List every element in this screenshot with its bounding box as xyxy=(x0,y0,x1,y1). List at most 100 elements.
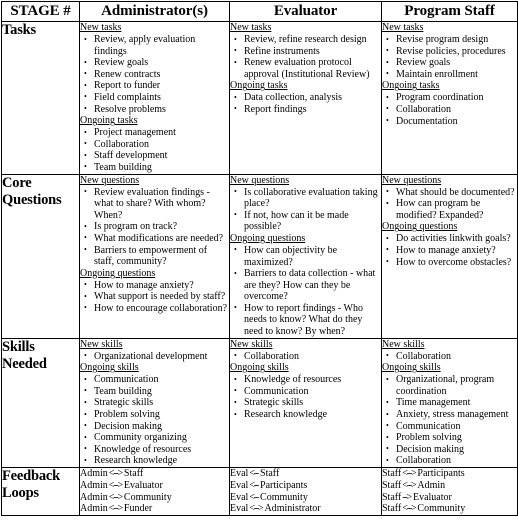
group-title: New skills xyxy=(382,338,425,350)
group-title: New tasks xyxy=(230,22,272,33)
feedback-loop: Admin<--> Evaluator xyxy=(80,480,229,492)
list-item: How to report findings - Who needs to kn… xyxy=(230,302,381,338)
group: Ongoing tasksProgram coordinationCollabo… xyxy=(382,80,517,127)
list-item: What modifications are needed? xyxy=(80,232,229,244)
list-item: Review goals xyxy=(382,57,517,69)
item-list: Revise program designRevise policies, pr… xyxy=(382,34,517,81)
table-header: STAGE # Administrator(s) Evaluator Progr… xyxy=(1,1,518,22)
stage-label: Tasks xyxy=(1,21,80,175)
list-item: What should be documented? xyxy=(382,186,517,198)
item-list: Is collaborative evaluation taking place… xyxy=(230,186,381,233)
group: Ongoing skillsOrganizational, program co… xyxy=(382,362,517,467)
list-item: Problem solving xyxy=(80,409,229,421)
column-header-evaluator: Evaluator xyxy=(229,1,382,22)
loop-arrow-icon: <--> xyxy=(402,503,416,515)
list-item: Review, refine research design xyxy=(230,34,381,46)
loop-target: Community xyxy=(417,503,466,515)
cell-program-staff: New questionsWhat should be documented?H… xyxy=(381,173,518,339)
cell-administrators: New tasksReview, apply evaluation findin… xyxy=(79,21,230,175)
feedback-loop: Admin<--> Funder xyxy=(80,503,229,515)
column-header-program-staff: Program Staff xyxy=(381,1,518,22)
list-item: Strategic skills xyxy=(230,397,381,409)
group-title: New skills xyxy=(80,338,123,350)
list-item: Communication xyxy=(230,385,381,397)
stage-label: Feedback Loops xyxy=(1,466,80,517)
list-item: Decision making xyxy=(80,420,229,432)
loop-target: Participants xyxy=(417,468,465,479)
group-title: Ongoing skills xyxy=(382,362,441,374)
column-header-administrators: Administrator(s) xyxy=(79,1,230,22)
loop-arrow-icon: <-- xyxy=(249,491,259,503)
group: New questionsIs collaborative evaluation… xyxy=(230,175,381,233)
item-list: CommunicationTeam buildingStrategic skil… xyxy=(80,374,229,467)
group: New questionsReview evaluation findings … xyxy=(80,175,229,268)
item-list: Data collection, analysisReport findings xyxy=(230,92,381,116)
loop-arrow-icon: <--> xyxy=(108,503,123,515)
list-item: Strategic skills xyxy=(80,397,229,409)
loop-target: Admin xyxy=(417,479,446,491)
table-row: Core QuestionsNew questionsReview evalua… xyxy=(1,173,518,339)
list-item: Communication xyxy=(382,420,517,432)
loop-arrow-icon: <--> xyxy=(249,503,263,515)
group: Ongoing tasksProject managementCollabora… xyxy=(80,115,229,173)
list-item: Project management xyxy=(80,127,229,139)
group: Ongoing tasksData collection, analysisRe… xyxy=(230,80,381,115)
cell-administrators: New questionsReview evaluation findings … xyxy=(79,173,230,339)
loop-source: Staff xyxy=(382,503,402,515)
group-title: Ongoing skills xyxy=(230,362,289,374)
group-title: Ongoing tasks xyxy=(382,80,440,92)
item-list: Review, apply evaluation findingsReview … xyxy=(80,33,229,115)
loop-source: Staff xyxy=(382,479,402,491)
loop-source: Eval xyxy=(230,503,249,515)
feedback-loop: Staff--> Evaluator xyxy=(382,492,517,504)
group: Ongoing skillsKnowledge of resourcesComm… xyxy=(230,362,381,420)
list-item: Program coordination xyxy=(382,92,517,104)
loop-arrow-icon: <-- xyxy=(249,468,259,479)
list-item: Documentation xyxy=(382,115,517,127)
table-row: TasksNew tasksReview, apply evaluation f… xyxy=(1,21,518,175)
list-item: How can objectivity be maximized? xyxy=(230,244,381,268)
table-row: Skills NeededNew skillsOrganizational de… xyxy=(1,337,518,469)
list-item: Knowledge of resources xyxy=(230,374,381,386)
item-list: Knowledge of resourcesCommunicationStrat… xyxy=(230,374,381,421)
list-item: Organizational development xyxy=(80,350,229,362)
item-list: Collaboration xyxy=(230,350,381,362)
column-header-stage: STAGE # xyxy=(1,1,80,22)
list-item: How to manage anxiety? xyxy=(80,279,229,291)
item-list: How can objectivity be maximized?Barrier… xyxy=(230,244,381,338)
loop-target: Staff xyxy=(260,468,280,479)
group-title: Ongoing skills xyxy=(80,362,139,374)
loop-target: Funder xyxy=(123,503,153,515)
list-item: Collaboration xyxy=(382,455,517,467)
list-item: Team building xyxy=(80,161,229,173)
list-item: Field complaints xyxy=(80,91,229,103)
list-item: Is program on track? xyxy=(80,221,229,233)
group-title: New skills xyxy=(230,338,273,350)
loop-target: Staff xyxy=(123,468,144,479)
group: Ongoing questionsHow can objectivity be … xyxy=(230,233,381,338)
list-item: Problem solving xyxy=(382,432,517,444)
loop-target: Evaluator xyxy=(123,479,163,491)
group-title: Ongoing tasks xyxy=(80,115,138,127)
group: New tasksReview, refine research designR… xyxy=(230,22,381,80)
list-item: Is collaborative evaluation taking place… xyxy=(230,186,381,210)
feedback-loop: Staff<--> Community xyxy=(382,503,517,515)
list-item: Maintain enrollment xyxy=(382,68,517,80)
loop-target: Participants xyxy=(260,479,308,491)
feedback-loop: Staff<--> Participants xyxy=(382,468,517,480)
list-item: Refine instruments xyxy=(230,45,381,57)
list-item: Renew contracts xyxy=(80,68,229,80)
list-item: Anxiety, stress management xyxy=(382,409,517,421)
list-item: Barriers to data collection - what are t… xyxy=(230,268,381,303)
item-list: Review, refine research designRefine ins… xyxy=(230,34,381,80)
list-item: How to manage anxiety? xyxy=(382,244,517,256)
evaluation-stage-matrix: STAGE # Administrator(s) Evaluator Progr… xyxy=(1,1,518,517)
list-item: Report to funder xyxy=(80,80,229,92)
loop-target: Administrator xyxy=(264,503,321,515)
group: New skillsCollaboration xyxy=(230,339,381,363)
group: New questionsWhat should be documented?H… xyxy=(382,175,517,222)
loop-target: Community xyxy=(260,491,308,503)
loop-source: Admin xyxy=(80,491,108,503)
loop-arrow-icon: <--> xyxy=(108,491,123,503)
list-item: Barriers to empowerment of staff, commun… xyxy=(80,244,229,268)
